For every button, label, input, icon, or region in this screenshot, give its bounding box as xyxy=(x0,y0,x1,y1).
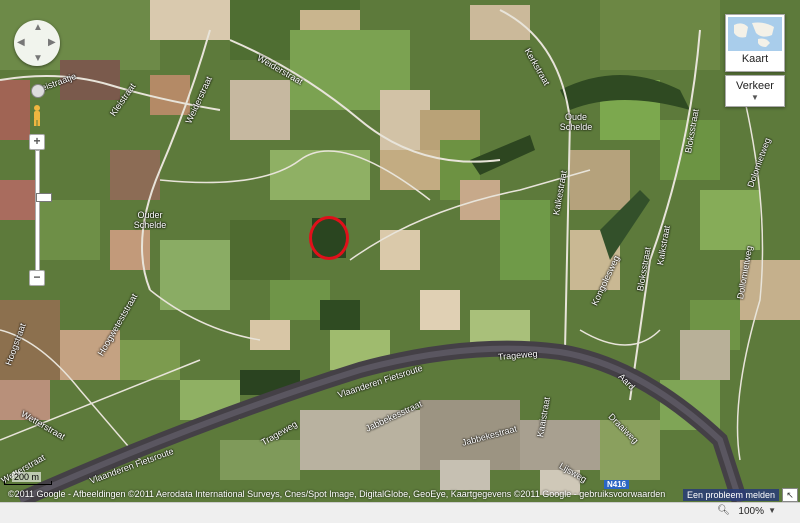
aerial-imagery xyxy=(0,0,800,502)
pan-down-icon[interactable]: ▼ xyxy=(33,53,43,64)
zoom-out-button[interactable]: − xyxy=(29,270,45,286)
zoom-in-button[interactable]: + xyxy=(29,134,45,150)
map-type-label: Kaart xyxy=(741,53,769,65)
pan-right-icon[interactable]: ▶ xyxy=(48,37,56,48)
highlight-circle xyxy=(309,216,349,260)
scale-bar: 200 m xyxy=(4,472,52,486)
pan-up-icon[interactable]: ▲ xyxy=(33,22,43,33)
zoom-slider-track[interactable] xyxy=(35,150,52,276)
resize-corner-icon[interactable]: ↖ xyxy=(782,488,798,502)
place-label: Oude Schelde xyxy=(559,112,593,132)
zoom-control[interactable]: + − xyxy=(29,134,52,286)
zoom-magnifier-icon[interactable]: 🔍︎ xyxy=(717,505,730,516)
traffic-label: Verkeer xyxy=(736,80,774,92)
copyright-text: ©2011 Google - Afbeeldingen ©2011 Aeroda… xyxy=(8,489,666,499)
road-shield: N416 xyxy=(604,480,630,489)
browser-status-bar: 🔍︎ 100% ▼ xyxy=(0,502,800,523)
zoom-level[interactable]: 100% xyxy=(738,506,764,517)
report-problem-link[interactable]: Een probleem melden xyxy=(683,489,780,501)
pan-left-icon[interactable]: ◀ xyxy=(17,37,25,48)
chevron-down-icon[interactable]: ▼ xyxy=(768,506,776,515)
traffic-layer-button[interactable]: Verkeer ▼ xyxy=(725,75,785,107)
map-thumbnail-icon xyxy=(728,17,782,51)
zoom-slider-thumb[interactable] xyxy=(36,193,52,202)
pegman-icon[interactable] xyxy=(31,104,43,126)
pan-control[interactable]: ▲ ▼ ◀ ▶ xyxy=(14,20,60,66)
scale-line xyxy=(4,481,52,485)
pegman-base-icon xyxy=(31,84,45,98)
place-label: Ouder Schelde xyxy=(133,210,167,230)
street-view-pegman[interactable] xyxy=(28,84,46,136)
map-type-button[interactable]: Kaart xyxy=(725,14,785,72)
chevron-down-icon: ▼ xyxy=(751,93,759,102)
map-view[interactable]: Kleistraatje Kleistraat Weiderstraat Wei… xyxy=(0,0,800,502)
